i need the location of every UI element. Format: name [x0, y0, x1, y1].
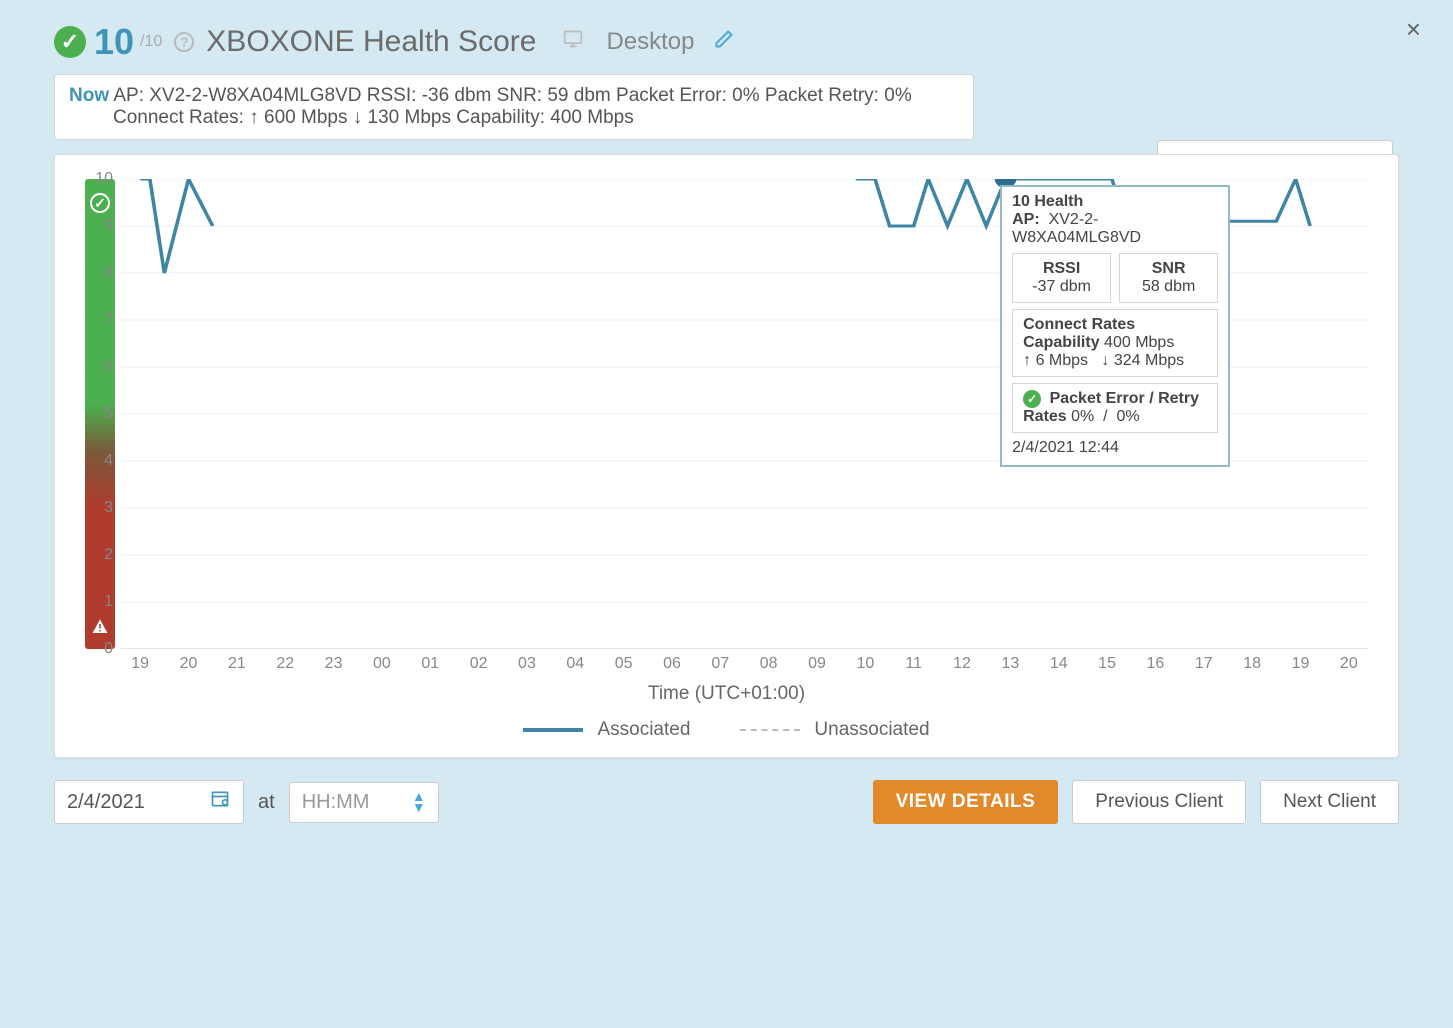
health-check-icon: ✓	[54, 26, 86, 58]
x-tick: 01	[421, 655, 439, 673]
arrow-down-icon: ↓	[353, 107, 363, 128]
health-score-value: 10	[94, 24, 134, 60]
x-tick: 06	[663, 655, 681, 673]
x-tick: 08	[760, 655, 778, 673]
x-tick: 10	[856, 655, 874, 673]
y-tick: 5	[104, 405, 113, 423]
check-icon: ✓	[90, 193, 110, 213]
y-tick: 2	[104, 546, 113, 564]
chart-tooltip: 10 Health AP: XV2-2-W8XA04MLG8VD RSSI -3…	[1000, 185, 1230, 467]
x-tick: 20	[180, 655, 198, 673]
x-tick: 11	[905, 655, 922, 673]
now-label: Now	[69, 85, 109, 106]
help-icon[interactable]: ?	[174, 32, 194, 52]
x-tick: 02	[470, 655, 488, 673]
previous-client-button[interactable]: Previous Client	[1072, 780, 1246, 824]
x-tick: 19	[131, 655, 149, 673]
y-tick: 7	[104, 311, 113, 329]
x-tick: 14	[1050, 655, 1068, 673]
y-tick: 6	[104, 358, 113, 376]
x-tick: 23	[325, 655, 343, 673]
x-tick: 21	[228, 655, 246, 673]
next-client-button[interactable]: Next Client	[1260, 780, 1399, 824]
x-tick: 09	[808, 655, 826, 673]
arrow-up-icon: ↑	[249, 107, 259, 128]
x-tick: 17	[1195, 655, 1213, 673]
x-tick: 04	[566, 655, 584, 673]
y-tick: 9	[104, 217, 113, 235]
x-tick: 13	[1001, 655, 1019, 673]
time-input[interactable]: HH:MM ▲▼	[289, 782, 439, 823]
view-details-button[interactable]: VIEW DETAILS	[873, 780, 1059, 824]
x-tick: 18	[1243, 655, 1261, 673]
x-tick: 12	[953, 655, 971, 673]
y-tick: 0	[104, 640, 113, 658]
chart-legend: Associated Unassociated	[85, 705, 1368, 747]
stepper-icon[interactable]: ▲▼	[412, 791, 426, 813]
page-title: XBOXONE Health Score	[206, 25, 536, 59]
x-tick: 05	[615, 655, 633, 673]
legend-unassociated[interactable]: Unassociated	[740, 719, 929, 741]
arrow-up-icon: ↑	[1023, 352, 1031, 369]
footer-bar: 2/4/2021 at HH:MM ▲▼ VIEW DETAILS Previo…	[54, 780, 1399, 824]
check-icon: ✓	[1023, 390, 1041, 408]
x-tick: 20	[1340, 655, 1358, 673]
warning-icon	[91, 618, 109, 641]
x-axis-label: Time (UTC+01:00)	[85, 683, 1368, 705]
x-tick: 03	[518, 655, 536, 673]
x-tick: 00	[373, 655, 391, 673]
x-tick: 19	[1292, 655, 1310, 673]
health-score-denom: /10	[140, 33, 162, 51]
y-tick: 10	[95, 170, 113, 188]
at-label: at	[258, 791, 275, 814]
modal-panel: × ✓ 10 /10 ? XBOXONE Health Score Deskto…	[24, 20, 1429, 824]
date-input[interactable]: 2/4/2021	[54, 780, 244, 824]
health-chart-card: ✓ 10 Health AP: XV2-2-W8XA04MLG8VD RSSI …	[54, 154, 1399, 758]
legend-associated[interactable]: Associated	[523, 719, 690, 741]
y-tick: 1	[104, 593, 113, 611]
y-tick: 3	[104, 499, 113, 517]
y-tick: 8	[104, 264, 113, 282]
arrow-down-icon: ↓	[1101, 352, 1109, 369]
monitor-icon	[562, 29, 584, 55]
calendar-icon	[209, 789, 231, 815]
now-info-bar: Now AP: XV2-2-W8XA04MLG8VD RSSI: -36 dbm…	[54, 74, 974, 140]
device-type-label: Desktop	[606, 28, 694, 56]
x-tick: 16	[1147, 655, 1165, 673]
edit-icon[interactable]	[714, 29, 734, 55]
x-tick: 07	[711, 655, 729, 673]
y-tick: 4	[104, 452, 113, 470]
plot-area[interactable]: 10 Health AP: XV2-2-W8XA04MLG8VD RSSI -3…	[121, 179, 1368, 649]
x-tick: 15	[1098, 655, 1116, 673]
header: ✓ 10 /10 ? XBOXONE Health Score Desktop	[24, 20, 1429, 74]
x-tick: 22	[276, 655, 294, 673]
